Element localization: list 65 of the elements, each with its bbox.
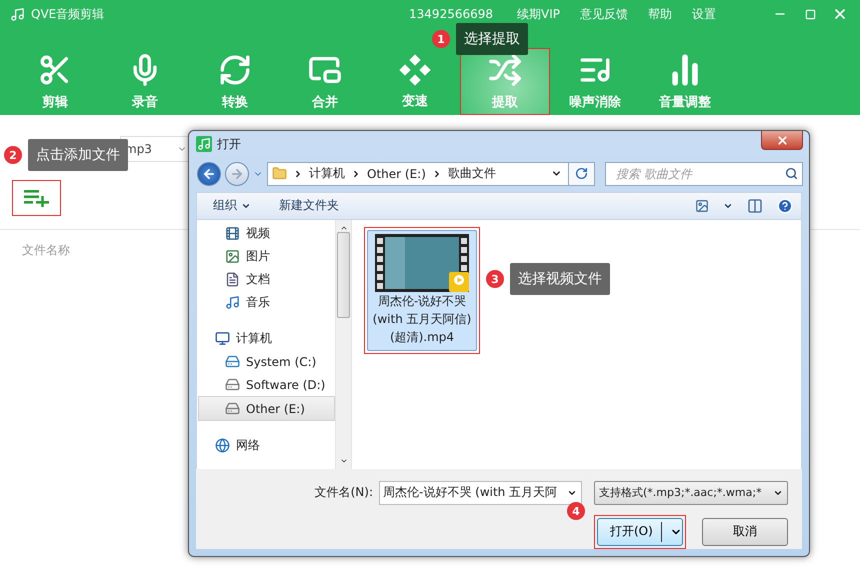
app-title: QVE音频剪辑	[31, 6, 104, 22]
dpad-icon	[399, 54, 431, 86]
tooltip: 选择视频文件	[510, 263, 610, 295]
search-icon	[785, 166, 798, 180]
cancel-button[interactable]: 取消	[702, 518, 788, 546]
nav-item[interactable]: Other (E:)	[198, 396, 335, 422]
nav-item[interactable]: System (C:)	[197, 350, 335, 374]
file-name: 周杰伦-说好不哭 (with 五月天阿信)(超清).mp4	[372, 293, 472, 346]
document-icon	[225, 272, 240, 288]
nav-item[interactable]: 文档	[197, 268, 335, 292]
network-icon	[215, 438, 230, 454]
chevron-icon	[351, 168, 361, 179]
back-arrow-icon	[202, 166, 216, 181]
music-note-icon	[10, 6, 25, 22]
close-icon	[832, 6, 848, 22]
drive-icon	[225, 377, 240, 392]
back-button[interactable]	[197, 162, 221, 186]
command-button[interactable]: 组织	[213, 197, 251, 214]
film-icon	[225, 226, 240, 242]
close-button[interactable]	[761, 131, 803, 150]
shuffle-icon	[488, 52, 522, 86]
refresh-icon	[575, 167, 588, 180]
refresh-icon	[218, 52, 252, 86]
nav-item[interactable]: 视频	[197, 222, 335, 246]
nav-item[interactable]: 图片	[197, 245, 335, 268]
nav-item[interactable]: 网络	[197, 434, 335, 458]
phone-number: 13492566698	[409, 7, 494, 21]
file-type-select[interactable]: 支持格式(*.mp3;*.aac;*.wma;*	[594, 480, 788, 505]
refresh-button[interactable]	[569, 162, 595, 186]
add-list-icon	[24, 189, 50, 207]
nav-item[interactable]: 音乐	[197, 291, 335, 314]
dialog-title: 打开	[217, 136, 241, 153]
nav-item[interactable]: Software (D:)	[197, 373, 335, 396]
app-icon	[196, 136, 212, 152]
breadcrumb-item[interactable]: 计算机	[309, 165, 345, 182]
music-note-icon	[225, 295, 240, 310]
address-bar[interactable]: 计算机 Other (E:) 歌曲文件	[267, 162, 569, 186]
step-badge: 2	[4, 146, 22, 164]
forward-button[interactable]	[225, 162, 249, 186]
nav-item[interactable]: 计算机	[197, 327, 335, 350]
forward-arrow-icon	[230, 166, 244, 181]
close-icon	[776, 134, 788, 146]
file-item[interactable]: 周杰伦-说好不哭 (with 五月天阿信)(超清).mp4	[367, 230, 477, 352]
view-icon[interactable]	[695, 198, 709, 213]
computer-icon	[215, 331, 230, 346]
breadcrumb-item[interactable]: 歌曲文件	[448, 165, 496, 182]
chevron-icon	[293, 168, 303, 179]
column-header: 文件名称	[22, 242, 70, 259]
search-field[interactable]: 搜索 歌曲文件	[605, 162, 803, 186]
maximize-icon	[804, 8, 816, 20]
scrollbar[interactable]	[335, 220, 351, 469]
folder-icon	[272, 166, 287, 182]
tooltip: 选择提取	[456, 23, 528, 55]
field-label: 文件名(N):	[314, 484, 373, 502]
open-button[interactable]: 打开(O)	[597, 518, 683, 546]
system-drive-icon	[225, 354, 240, 370]
preview-pane-icon[interactable]	[747, 198, 763, 214]
help-icon[interactable]	[777, 198, 793, 214]
tooltip: 点击添加文件	[28, 139, 128, 171]
picture-icon	[225, 249, 240, 264]
filename-field[interactable]: 周杰伦-说好不哭 (with 五月天阿	[379, 480, 582, 505]
breadcrumb-item[interactable]: Other (E:)	[367, 166, 426, 181]
drive-icon	[225, 401, 240, 416]
command-button[interactable]: 新建文件夹	[279, 197, 339, 214]
add-file-button[interactable]	[12, 180, 61, 216]
